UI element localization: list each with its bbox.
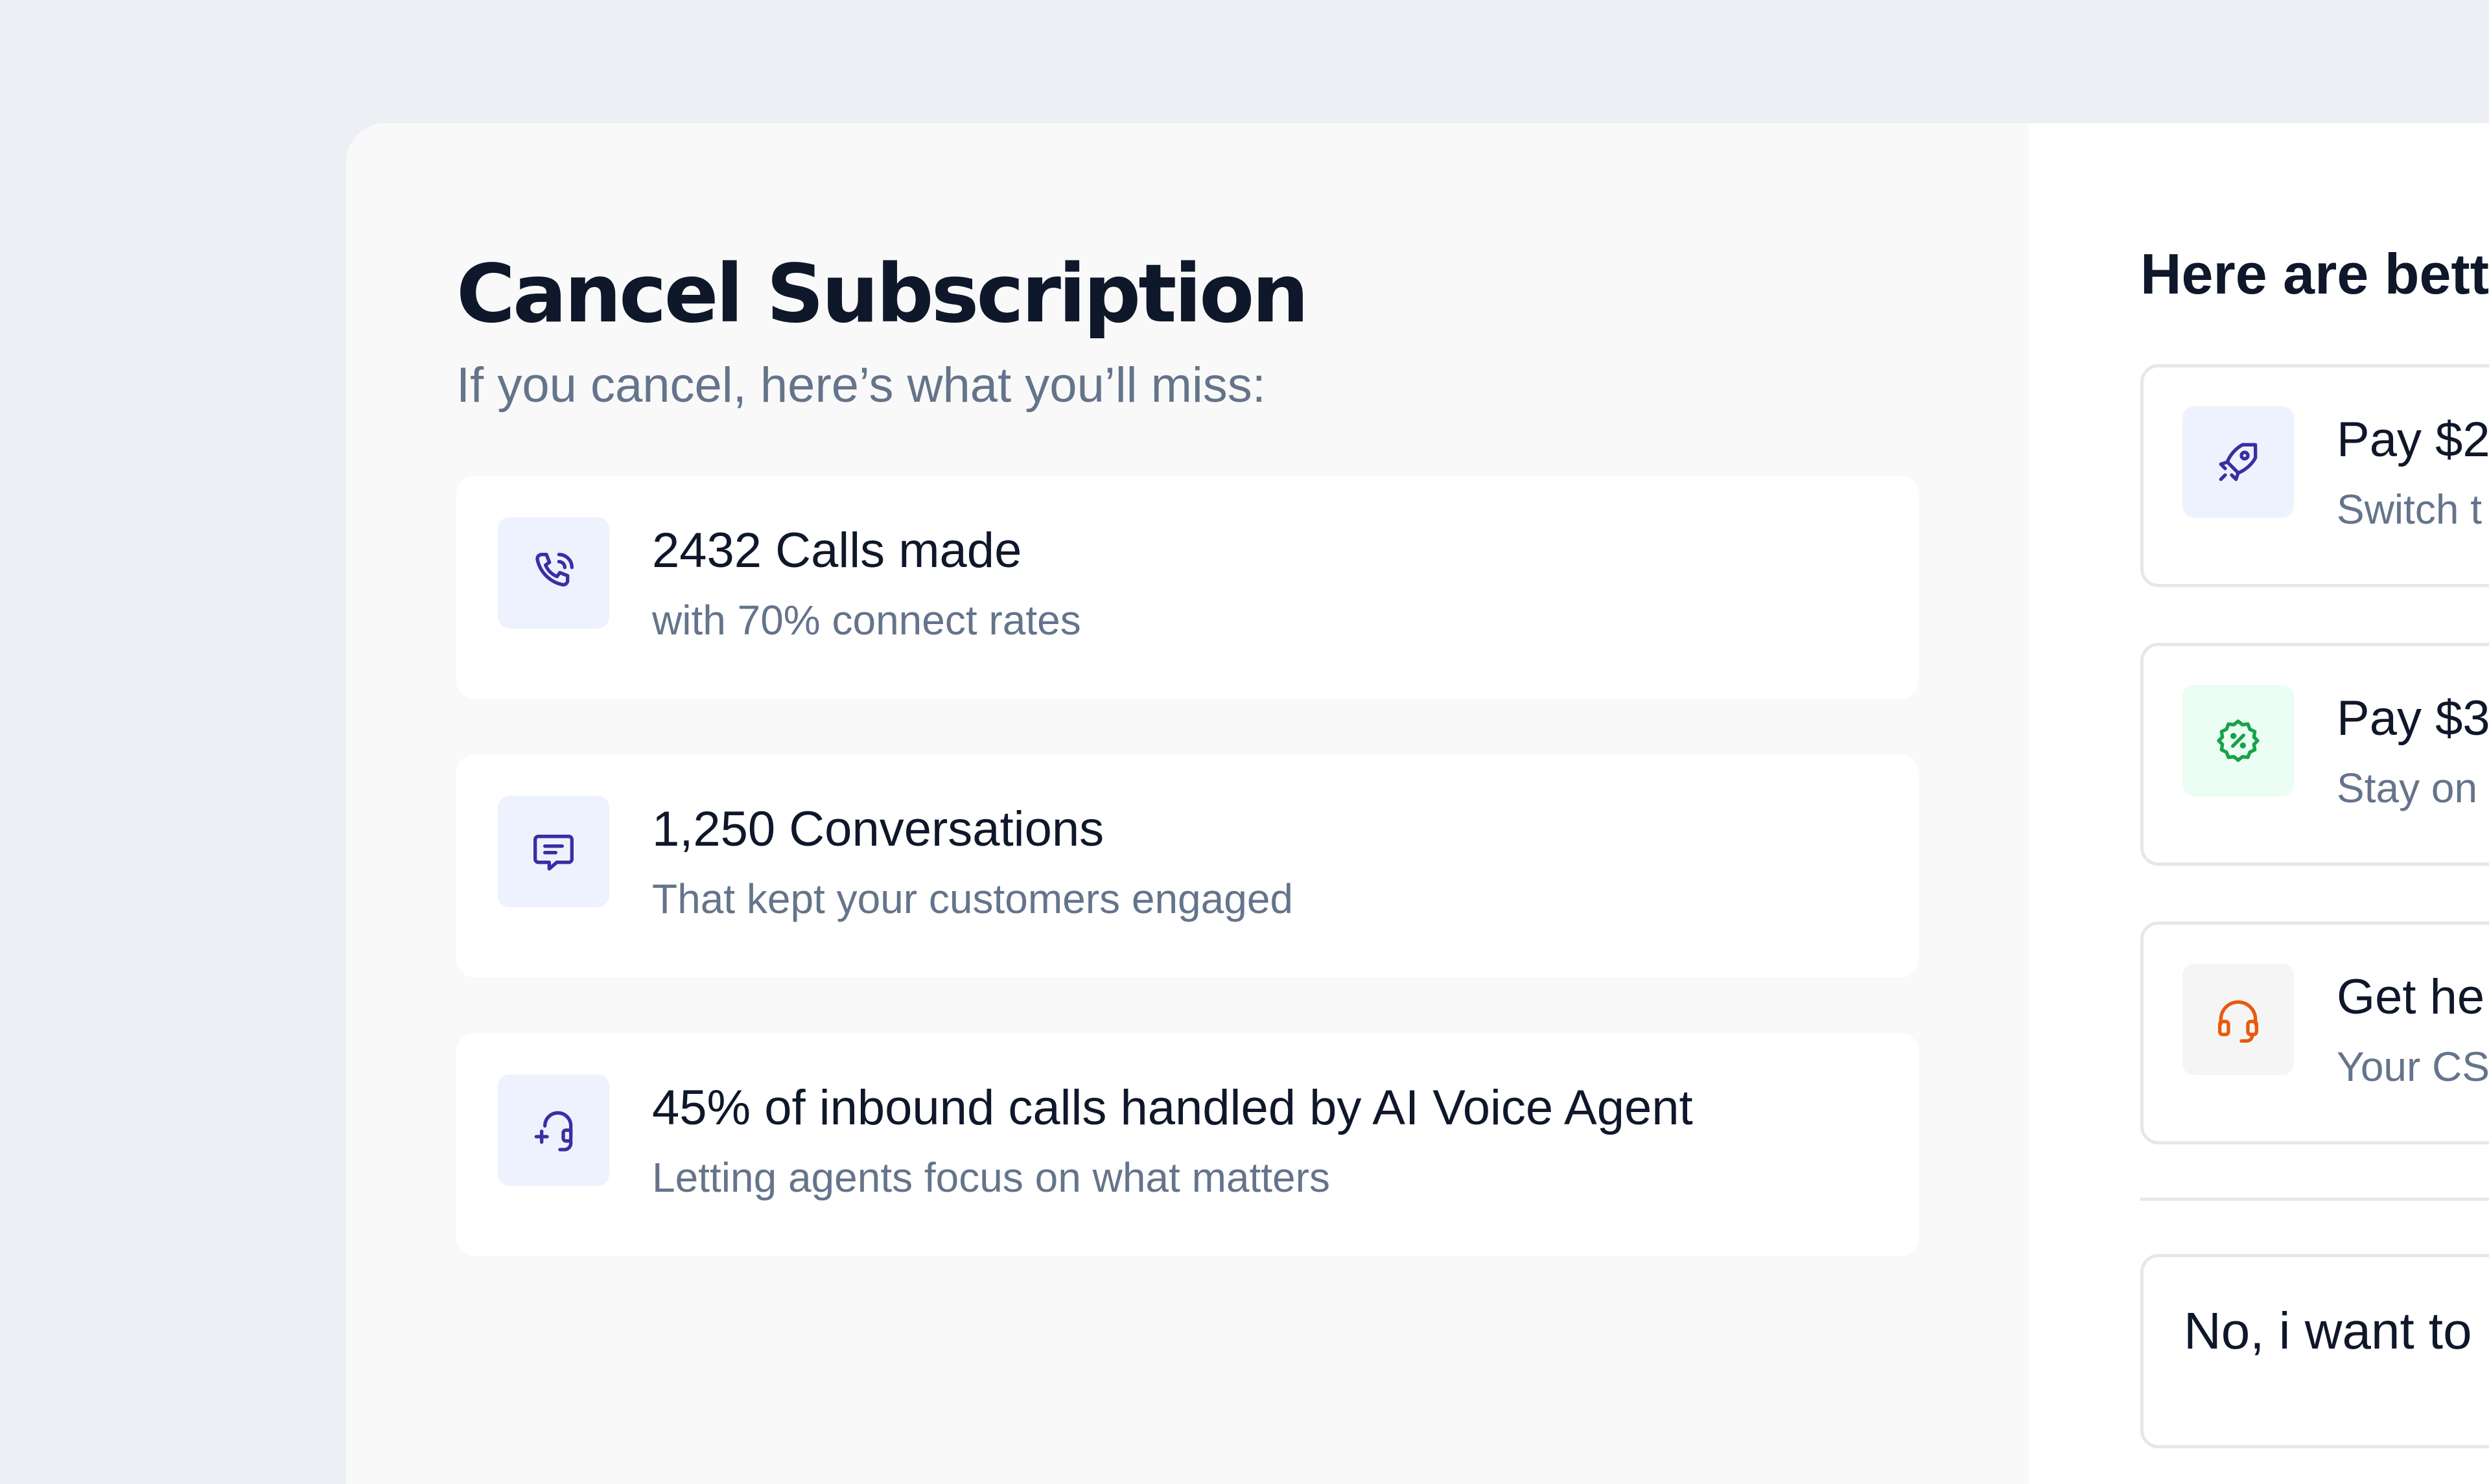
offer-card-plan-1[interactable]: Pay $2 Switch t [2140,364,2489,587]
rocket-icon [2182,406,2294,518]
offer-subtitle: Switch t [2337,485,2483,533]
decline-cancel-button[interactable]: No, i want to [2140,1253,2489,1448]
offer-text: Pay $2 Switch t [2337,410,2489,535]
stat-card-calls: 2432 Calls made with 70% connect rates [456,475,1919,699]
offer-title: Pay $2 [2337,412,2489,467]
stat-title: 1,250 Conversations [652,801,1104,857]
decline-label: No, i want to [2184,1301,2472,1360]
stat-card-ai-voice: 45% of inbound calls handled by AI Voice… [456,1032,1919,1256]
offer-title: Pay $3 [2337,690,2489,746]
stat-subtitle: That kept your customers engaged [652,875,1293,923]
stat-card-conversations: 1,250 Conversations That kept your custo… [456,754,1919,977]
ai-headset-icon [498,1074,609,1186]
offer-list: Pay $2 Switch t Pay $3 Stay on Get he Yo… [2140,364,2489,1144]
divider [2140,1197,2489,1201]
stat-subtitle: with 70% connect rates [652,597,1081,644]
offer-subtitle: Stay on [2337,764,2478,811]
offer-text: Get he Your CS [2337,968,2489,1092]
offer-title: Get he [2337,969,2485,1025]
stat-text: 45% of inbound calls handled by AI Voice… [652,1078,1693,1203]
stat-list: 2432 Calls made with 70% connect rates 1… [456,475,1919,1256]
left-panel: Cancel Subscription If you cancel, here’… [346,123,2029,1484]
discount-badge-icon [2182,684,2294,796]
stat-text: 1,250 Conversations That kept your custo… [652,800,1293,924]
cancel-subscription-modal: Cancel Subscription If you cancel, here’… [346,123,2489,1484]
right-panel: Here are bett Pay $2 Switch t Pay $3 Sta… [2029,123,2489,1484]
stat-title: 2432 Calls made [652,522,1022,578]
offers-heading: Here are bett [2140,242,2489,306]
phone-icon [498,516,609,629]
headset-icon [2182,963,2294,1075]
offer-subtitle: Your CS [2337,1043,2489,1090]
page-subtitle: If you cancel, here’s what you’ll miss: [456,357,1266,413]
offer-card-plan-2[interactable]: Pay $3 Stay on [2140,642,2489,866]
offer-card-support[interactable]: Get he Your CS [2140,921,2489,1144]
stat-subtitle: Letting agents focus on what matters [652,1154,1330,1201]
stat-text: 2432 Calls made with 70% connect rates [652,521,1081,645]
stat-title: 45% of inbound calls handled by AI Voice… [652,1080,1693,1135]
offer-text: Pay $3 Stay on [2337,689,2489,813]
page-title: Cancel Subscription [456,248,1309,341]
chat-icon [498,795,609,907]
